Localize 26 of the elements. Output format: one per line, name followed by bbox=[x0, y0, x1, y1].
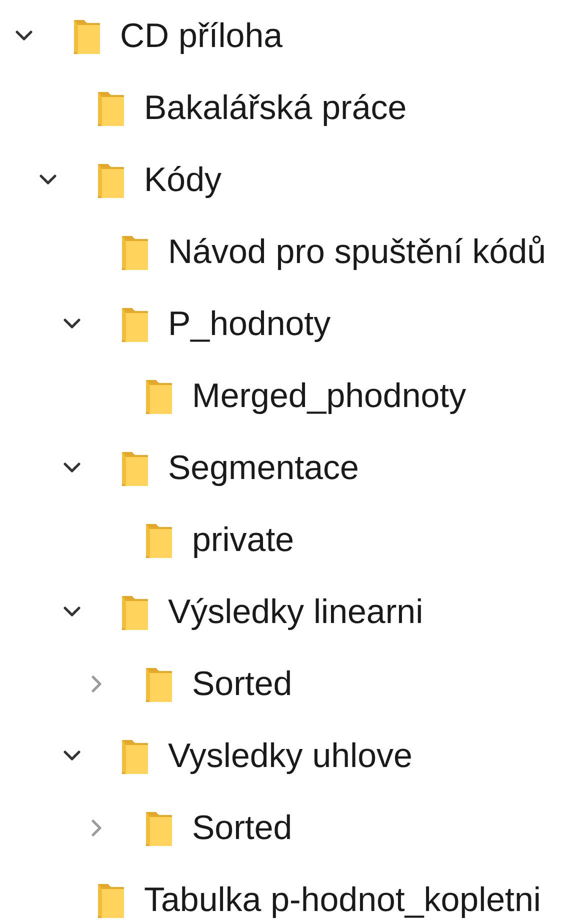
folder-label[interactable]: Sorted bbox=[192, 808, 292, 848]
folder-label[interactable]: Merged_phodnoty bbox=[192, 376, 466, 416]
folder-icon bbox=[122, 306, 148, 342]
folder-label[interactable]: Segmentace bbox=[168, 448, 359, 488]
folder-label[interactable]: Návod pro spuštění kódů bbox=[168, 232, 546, 272]
folder-label[interactable]: CD příloha bbox=[120, 16, 283, 56]
folder-label[interactable]: Vysledky uhlove bbox=[168, 736, 412, 776]
folder-icon bbox=[146, 522, 172, 558]
folder-icon bbox=[98, 162, 124, 198]
folder-icon bbox=[122, 738, 148, 774]
folder-label[interactable]: Výsledky linearni bbox=[168, 592, 424, 632]
folder-icon bbox=[98, 90, 124, 126]
folder-label[interactable]: Kódy bbox=[144, 160, 222, 200]
folder-icon bbox=[146, 810, 172, 846]
folder-label[interactable]: P_hodnoty bbox=[168, 304, 331, 344]
folder-icon bbox=[74, 18, 100, 54]
folder-icon bbox=[122, 450, 148, 486]
folder-label[interactable]: Sorted bbox=[192, 664, 292, 704]
folder-icon bbox=[146, 378, 172, 414]
folder-icon bbox=[98, 882, 124, 918]
folder-icon bbox=[146, 666, 172, 702]
folder-icon bbox=[122, 234, 148, 270]
folder-label[interactable]: private bbox=[192, 520, 294, 560]
folder-label[interactable]: Bakalářská práce bbox=[144, 88, 407, 128]
folder-label[interactable]: Tabulka p-hodnot_kopletni bbox=[144, 880, 541, 920]
folder-icon bbox=[122, 594, 148, 630]
